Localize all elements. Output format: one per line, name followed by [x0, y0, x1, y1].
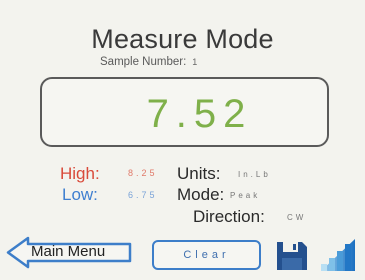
direction-value: CW — [287, 213, 307, 222]
low-label: Low: — [62, 185, 98, 204]
page-title: Measure Mode — [91, 24, 274, 54]
direction-label: Direction: — [193, 207, 265, 226]
clear-button[interactable]: Clear — [152, 240, 261, 270]
floppy-disk-icon[interactable] — [276, 241, 308, 271]
sample-number: Sample Number: 1 — [100, 56, 197, 68]
mode-value: Peak — [230, 191, 261, 200]
units-value: In.Lb — [238, 170, 271, 179]
units-label: Units: — [177, 164, 221, 183]
low-value: 6.75 — [128, 190, 158, 200]
sample-number-label: Sample Number: — [100, 56, 187, 68]
main-menu-button[interactable]: Main Menu — [6, 235, 132, 270]
signal-strength-icon — [320, 238, 356, 272]
reading-display: 7.52 — [40, 77, 329, 147]
reading-value: 7.52 — [146, 92, 253, 136]
mode-label: Mode: — [177, 185, 225, 204]
measure-screen: Measure Mode Sample Number: 1 7.52 High: … — [0, 0, 365, 280]
high-label: High: — [60, 164, 100, 183]
high-value: 8.25 — [128, 168, 158, 178]
main-menu-label: Main Menu — [31, 243, 106, 260]
sample-number-value: 1 — [192, 57, 198, 67]
